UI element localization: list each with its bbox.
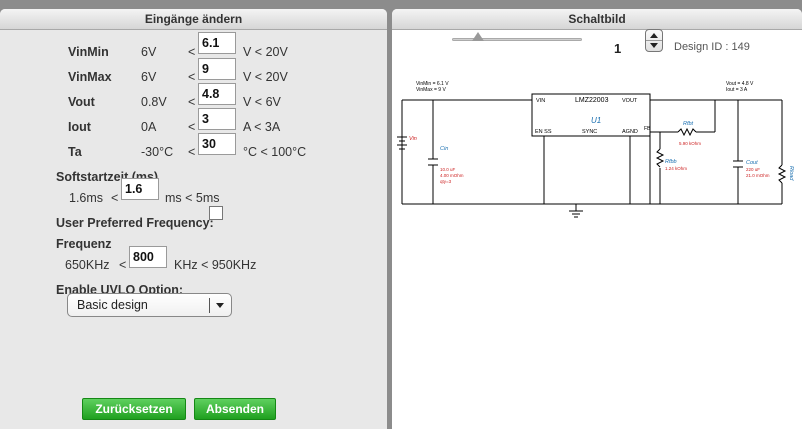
ic-pin-en-ss: EN SS xyxy=(535,129,552,135)
vinmax-limit: V < 20V xyxy=(243,70,288,84)
ta-label: Ta xyxy=(68,145,82,159)
reset-button[interactable]: Zurücksetzen xyxy=(82,398,186,420)
cout-value: 220 uF xyxy=(746,167,760,172)
ic-pin-sync: SYNC xyxy=(582,129,597,135)
softstart-min: 1.6ms xyxy=(69,191,104,205)
iout-label: Iout xyxy=(68,120,91,134)
uvlo-select[interactable]: Basic design xyxy=(67,293,232,317)
ta-min: -30°C xyxy=(141,145,174,159)
user-frequency-checkbox[interactable] xyxy=(209,206,223,220)
vout-min: 0.8V xyxy=(141,95,167,109)
vinmax-label: VinMax xyxy=(68,70,112,84)
vinmax-min: 6V xyxy=(141,70,157,84)
uvlo-selected-value: Basic design xyxy=(77,298,148,312)
ic-pin-vout: VOUT xyxy=(622,98,638,104)
vinmax-lt: < xyxy=(188,70,196,84)
input-panel-title: Eingänge ändern xyxy=(0,9,387,30)
rfbt-value: 5.90 kOhm xyxy=(679,141,701,146)
submit-button[interactable]: Absenden xyxy=(194,398,276,420)
ic-name: LMZ22003 xyxy=(575,97,609,104)
frequency-limit: KHz < 950KHz xyxy=(174,258,257,272)
iout-input[interactable] xyxy=(198,108,236,130)
schematic-panel: Schaltbild 1 Design ID : 149 VinMin = 6.… xyxy=(392,9,802,429)
source-label: Vin xyxy=(409,136,417,142)
spinner-down-icon[interactable] xyxy=(650,43,658,48)
user-frequency-label: User Preferred Frequency: xyxy=(56,216,214,230)
vout-input[interactable] xyxy=(198,83,236,105)
softstart-lt: < xyxy=(111,191,119,205)
rfbt-name: Rfbt xyxy=(683,121,694,127)
schematic-panel-title: Schaltbild xyxy=(392,9,802,30)
cout-name: Cout xyxy=(746,160,758,166)
vout-label: Vout xyxy=(68,95,95,109)
vinmin-label: VinMin xyxy=(68,45,109,59)
design-spinner[interactable] xyxy=(645,29,663,52)
vin-info-2: VinMax = 9 V xyxy=(416,87,446,93)
design-id: Design ID : 149 xyxy=(674,41,750,53)
iout-lt: < xyxy=(188,120,196,134)
circuit-schematic: VinMin = 6.1 V VinMax = 9 V Vout = 4.8 V… xyxy=(397,81,794,218)
cin-esr: 4.00 mOhm xyxy=(440,173,464,178)
softstart-input[interactable] xyxy=(121,178,159,200)
spinner-divider xyxy=(646,40,662,41)
cout-esr: 21.0 mOhm xyxy=(746,173,770,178)
spinner-up-icon[interactable] xyxy=(650,33,658,38)
vinmin-lt: < xyxy=(188,45,196,59)
vout-lt: < xyxy=(188,95,196,109)
ta-lt: < xyxy=(188,145,196,159)
iout-limit: A < 3A xyxy=(243,120,281,134)
ta-input[interactable] xyxy=(198,133,236,155)
frequency-label: Frequenz xyxy=(56,237,112,251)
input-panel: Eingänge ändern VinMin 6V < V < 20V VinM… xyxy=(0,9,387,429)
vout-limit: V < 6V xyxy=(243,95,281,109)
ic-pin-vin: VIN xyxy=(536,98,545,104)
design-page-number: 1 xyxy=(614,41,622,56)
vinmin-input[interactable] xyxy=(198,32,236,54)
vout-info-2: Iout = 3 A xyxy=(726,87,748,93)
design-slider-thumb[interactable] xyxy=(472,32,484,41)
rload-name: Rload xyxy=(788,166,794,181)
uvlo-select-separator xyxy=(209,298,210,313)
rfbb-value: 1.24 kOhm xyxy=(665,166,687,171)
frequency-min: 650KHz xyxy=(65,258,110,272)
cin-qty: qty=3 xyxy=(440,179,452,184)
cin-value: 10.0 uF xyxy=(440,167,456,172)
cin-name: Cin xyxy=(440,146,448,152)
vinmin-min: 6V xyxy=(141,45,157,59)
frequency-input[interactable] xyxy=(129,246,167,268)
ic-pin-agnd: AGND xyxy=(622,129,638,135)
frequency-lt: < xyxy=(119,258,127,272)
ic-ref: U1 xyxy=(591,116,601,125)
iout-min: 0A xyxy=(141,120,157,134)
vinmin-limit: V < 20V xyxy=(243,45,288,59)
rfbb-name: Rfbb xyxy=(665,159,677,165)
softstart-limit: ms < 5ms xyxy=(165,191,220,205)
chevron-down-icon xyxy=(216,303,224,308)
vinmax-input[interactable] xyxy=(198,58,236,80)
ta-limit: °C < 100°C xyxy=(243,145,307,159)
ic-pin-fb: FB xyxy=(644,126,651,132)
